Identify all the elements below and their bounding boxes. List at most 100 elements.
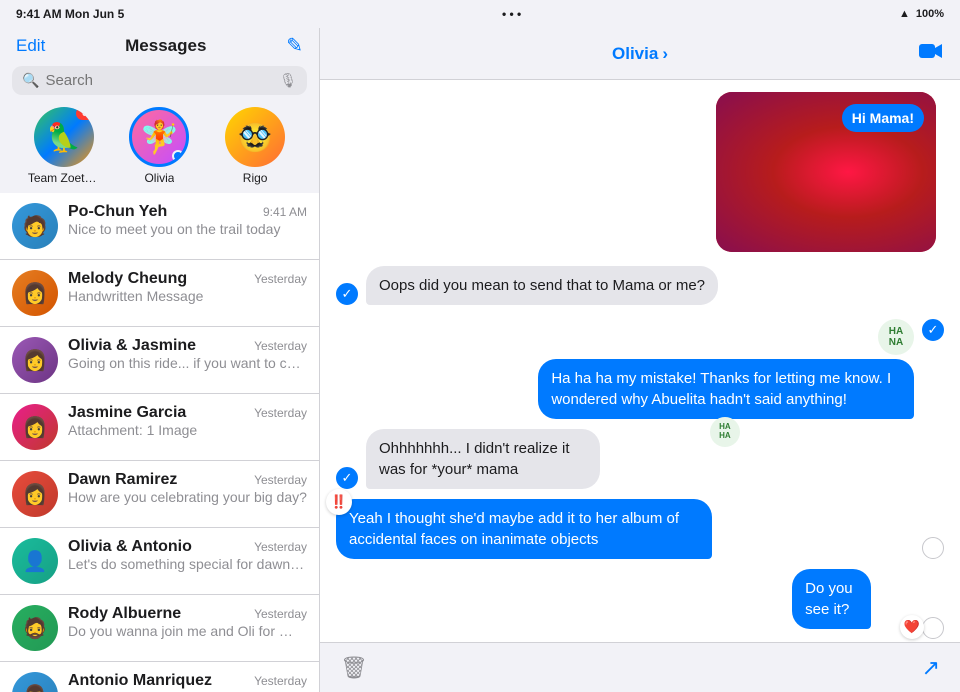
- message-bubble-4: Yeah I thought she'd maybe add it to her…: [336, 499, 712, 559]
- conv-content-olivia-jasmine: Olivia & Jasmine Yesterday Going on this…: [68, 337, 307, 371]
- conv-time-rody: Yesterday: [254, 607, 307, 621]
- conv-time-jasmine: Yesterday: [254, 406, 307, 420]
- message-select-2[interactable]: ✓: [922, 319, 944, 341]
- conv-avatar-po-chun: 🧑: [12, 203, 58, 249]
- conv-time-dawn: Yesterday: [254, 473, 307, 487]
- conv-avatar-olivia-jasmine: 👩: [12, 337, 58, 383]
- detail-header: Olivia ›: [320, 28, 960, 80]
- haha-reaction: HAHA: [710, 417, 740, 447]
- conv-preview-olivia-antonio: Let's do something special for dawn at t…: [68, 556, 307, 572]
- pinned-contact-olivia[interactable]: 🧚 Olivia: [123, 107, 195, 185]
- flower-image: Hi Mama!: [716, 92, 936, 252]
- edit-button[interactable]: Edit: [16, 36, 45, 56]
- pinned-contacts-row: 🦜 6 Team Zoetrope 🧚 Olivia 🥸 Rigo: [0, 103, 319, 193]
- compose-button[interactable]: ✎: [286, 36, 303, 56]
- sidebar-title: Messages: [125, 36, 206, 56]
- conv-name-olivia-antonio: Olivia & Antonio: [68, 538, 192, 556]
- message-row-1: ✓ Oops did you mean to send that to Mama…: [336, 266, 944, 305]
- conv-item-antonio[interactable]: 👨 Antonio Manriquez Yesterday: [0, 662, 319, 692]
- conv-item-olivia-jasmine[interactable]: 👩 Olivia & Jasmine Yesterday Going on th…: [0, 327, 319, 394]
- conv-preview-dawn: How are you celebrating your big day?: [68, 489, 307, 505]
- conv-time-melody: Yesterday: [254, 272, 307, 286]
- conv-item-rody[interactable]: 🧔 Rody Albuerne Yesterday Do you wanna j…: [0, 595, 319, 662]
- badge-team: 6: [76, 107, 94, 120]
- search-input[interactable]: [45, 72, 273, 89]
- conv-avatar-dawn: 👩: [12, 471, 58, 517]
- share-button[interactable]: ↗: [922, 655, 940, 681]
- message-bubble-5: Do you see it?: [792, 569, 871, 629]
- conversation-list: 🧑 Po-Chun Yeh 9:41 AM Nice to meet you o…: [0, 193, 319, 692]
- conv-content-rody: Rody Albuerne Yesterday Do you wanna joi…: [68, 605, 307, 640]
- message-row-2: ✓ HANA Ha ha ha my mistake! Thanks for l…: [336, 319, 944, 419]
- exclamation-tapback: ‼️: [326, 489, 352, 515]
- search-icon: 🔍: [22, 72, 39, 89]
- conv-time-po-chun: 9:41 AM: [263, 205, 307, 219]
- conv-item-olivia-antonio[interactable]: 👤 Olivia & Antonio Yesterday Let's do so…: [0, 528, 319, 595]
- conv-name-po-chun: Po-Chun Yeh: [68, 203, 167, 221]
- conv-avatar-melody: 👩: [12, 270, 58, 316]
- pinned-avatar-olivia: 🧚: [129, 107, 189, 167]
- message-row-5: Do you see it? ❤️: [336, 569, 944, 639]
- conv-item-melody[interactable]: 👩 Melody Cheung Yesterday Handwritten Me…: [0, 260, 319, 327]
- status-time: 9:41 AM Mon Jun 5: [16, 7, 124, 21]
- sidebar: Edit Messages ✎ 🔍 🎙 🦜 6 Team Zoetrope 🧚: [0, 28, 320, 692]
- pinned-avatar-rigo: 🥸: [225, 107, 285, 167]
- video-call-button[interactable]: [918, 41, 944, 67]
- conv-name-olivia-jasmine: Olivia & Jasmine: [68, 337, 196, 355]
- conv-name-jasmine: Jasmine Garcia: [68, 404, 186, 422]
- conv-content-dawn: Dawn Ramirez Yesterday How are you celeb…: [68, 471, 307, 505]
- pinned-contact-rigo[interactable]: 🥸 Rigo: [219, 107, 291, 185]
- message-bubble-1: Oops did you mean to send that to Mama o…: [366, 266, 718, 305]
- conv-preview-olivia-jasmine: Going on this ride... if you want to com…: [68, 355, 307, 371]
- message-row-3: ✓ Ohhhhhhh... I didn't realize it was fo…: [336, 429, 944, 489]
- trash-button[interactable]: 🗑: [340, 655, 368, 681]
- conv-item-po-chun[interactable]: 🧑 Po-Chun Yeh 9:41 AM Nice to meet you o…: [0, 193, 319, 260]
- conv-content-jasmine: Jasmine Garcia Yesterday Attachment: 1 I…: [68, 404, 307, 438]
- pinned-contact-team[interactable]: 🦜 6 Team Zoetrope: [28, 107, 100, 185]
- pinned-name-olivia: Olivia: [144, 171, 174, 185]
- online-dot-olivia: [172, 150, 184, 162]
- conv-preview-jasmine: Attachment: 1 Image: [68, 422, 307, 438]
- conv-preview-po-chun: Nice to meet you on the trail today: [68, 221, 307, 237]
- wifi-icon: ▲: [899, 8, 910, 20]
- conv-avatar-jasmine: 👩: [12, 404, 58, 450]
- hi-mama-bubble: Hi Mama!: [842, 104, 924, 132]
- conv-item-jasmine[interactable]: 👩 Jasmine Garcia Yesterday Attachment: 1…: [0, 394, 319, 461]
- message-bubble-2: Ha ha ha my mistake! Thanks for letting …: [538, 359, 914, 419]
- conv-content-po-chun: Po-Chun Yeh 9:41 AM Nice to meet you on …: [68, 203, 307, 237]
- status-dots: • • •: [502, 7, 521, 21]
- conv-preview-melody: Handwritten Message: [68, 288, 307, 304]
- battery-icon: 100%: [916, 8, 944, 20]
- conv-preview-rody: Do you wanna join me and Oli for 🍳☕🧆 bre…: [68, 623, 307, 640]
- detail-contact-name[interactable]: Olivia ›: [612, 44, 668, 64]
- conv-content-antonio: Antonio Manriquez Yesterday: [68, 672, 307, 690]
- conv-avatar-antonio: 👨: [12, 672, 58, 692]
- conv-name-dawn: Dawn Ramirez: [68, 471, 177, 489]
- conv-avatar-olivia-antonio: 👤: [12, 538, 58, 584]
- status-bar: 9:41 AM Mon Jun 5 • • • ▲ 100%: [0, 0, 960, 28]
- chevron-icon: ›: [662, 44, 668, 64]
- message-row-4: Yeah I thought she'd maybe add it to her…: [336, 499, 944, 559]
- sidebar-header: Edit Messages ✎: [0, 28, 319, 60]
- message-select-1[interactable]: ✓: [336, 283, 358, 305]
- pinned-avatar-team: 🦜 6: [34, 107, 94, 167]
- conv-name-melody: Melody Cheung: [68, 270, 187, 288]
- conv-time-antonio: Yesterday: [254, 674, 307, 688]
- conv-content-melody: Melody Cheung Yesterday Handwritten Mess…: [68, 270, 307, 304]
- detail-pane: Olivia ›: [320, 28, 960, 692]
- pinned-name-team: Team Zoetrope: [28, 171, 100, 185]
- conv-item-dawn[interactable]: 👩 Dawn Ramirez Yesterday How are you cel…: [0, 461, 319, 528]
- conv-name-antonio: Antonio Manriquez: [68, 672, 212, 690]
- message-select-3[interactable]: ✓: [336, 467, 358, 489]
- conv-avatar-rody: 🧔: [12, 605, 58, 651]
- message-bubble-3: Ohhhhhhh... I didn't realize it was for …: [366, 429, 600, 489]
- memoji-ha-na: HANA: [878, 319, 914, 355]
- mic-icon[interactable]: 🎙: [279, 72, 297, 89]
- message-select-4[interactable]: [922, 537, 944, 559]
- search-bar: 🔍 🎙: [12, 66, 307, 95]
- conv-time-olivia-jasmine: Yesterday: [254, 339, 307, 353]
- main-layout: Edit Messages ✎ 🔍 🎙 🦜 6 Team Zoetrope 🧚: [0, 28, 960, 692]
- heart-reaction-5: ❤️: [900, 615, 924, 639]
- message-select-5[interactable]: [922, 617, 944, 639]
- pinned-name-rigo: Rigo: [243, 171, 268, 185]
